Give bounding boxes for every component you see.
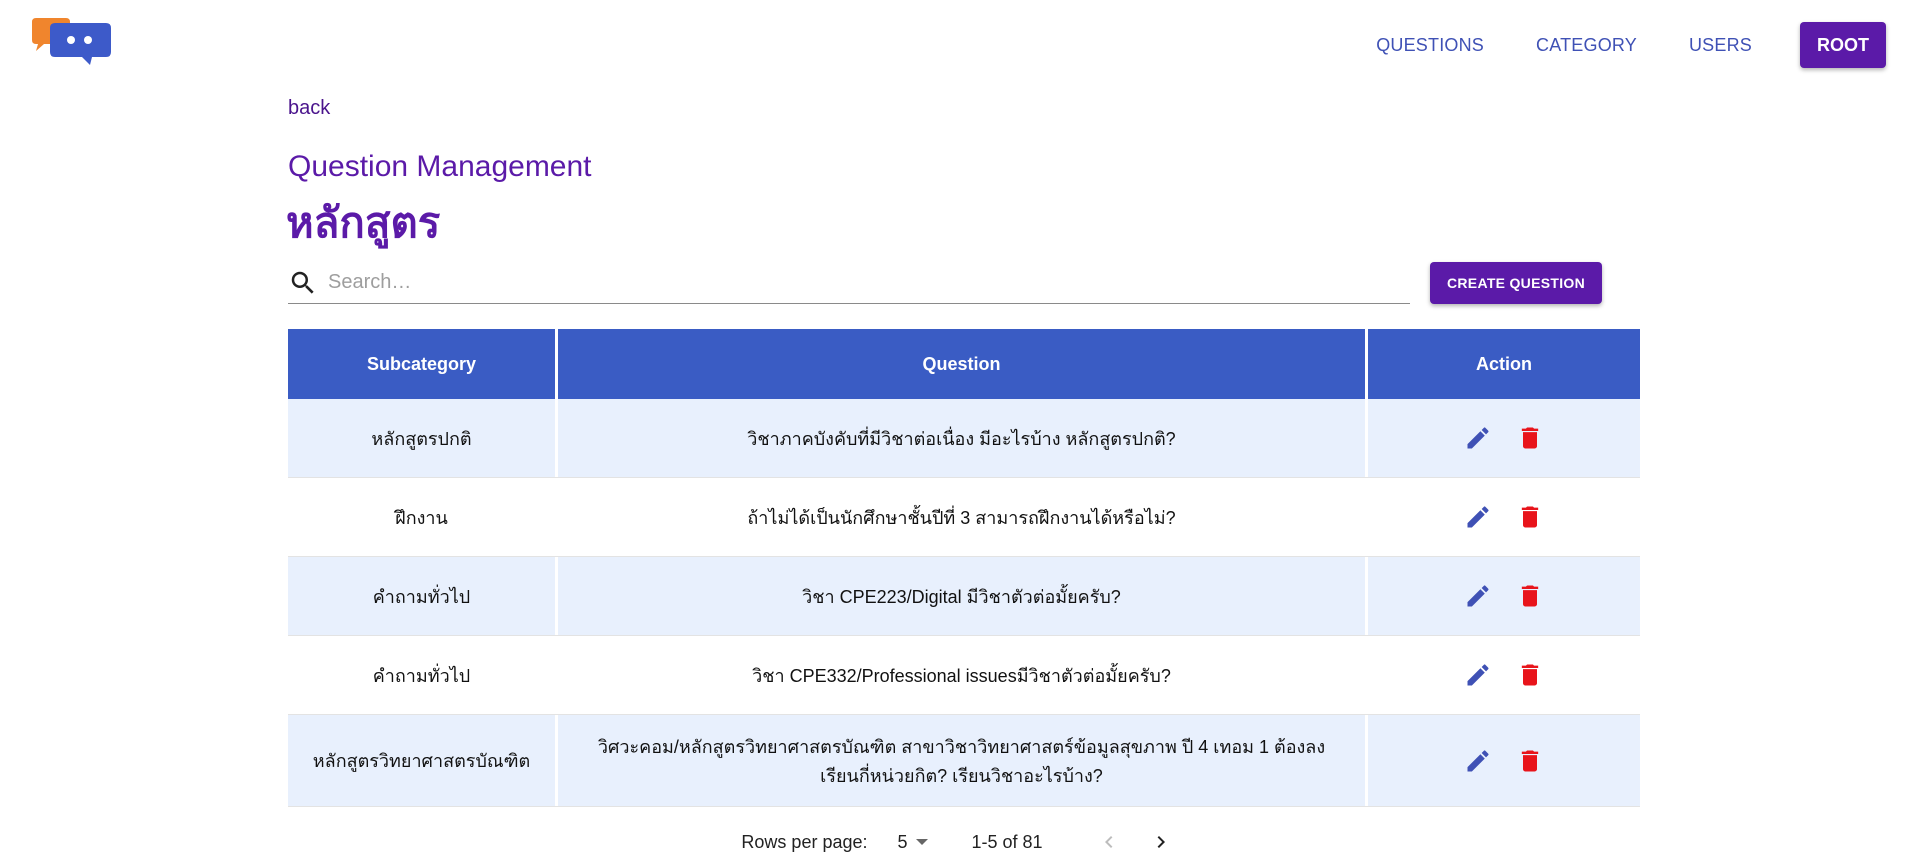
subcategory-cell: คำถามทั่วไป <box>288 557 558 635</box>
delete-icon[interactable] <box>1516 424 1544 452</box>
table-row: หลักสูตรปกติ วิชาภาคบังคับที่มีวิชาต่อเน… <box>288 399 1640 478</box>
header-question[interactable]: Question <box>558 329 1368 399</box>
table-row: ฝึกงาน ถ้าไม่ได้เป็นนักศึกษาชั้นปีที่ 3 … <box>288 478 1640 557</box>
questions-table: Subcategory Question Action หลักสูตรปกติ… <box>288 329 1640 807</box>
delete-icon[interactable] <box>1516 747 1544 775</box>
nav-root-button[interactable]: ROOT <box>1800 22 1886 68</box>
page-title: Question Management <box>288 150 592 183</box>
question-cell: วิศวะคอม/หลักสูตรวิทยาศาสตรบัณฑิต สาขาวิ… <box>558 715 1368 806</box>
rows-per-page-label: Rows per page: <box>741 831 868 852</box>
back-link[interactable]: back <box>288 97 330 120</box>
header-action: Action <box>1476 353 1532 374</box>
subcategory-cell: หลักสูตรปกติ <box>288 399 558 477</box>
pagination-range: 1-5 of 81 <box>971 831 1043 852</box>
delete-icon[interactable] <box>1516 503 1544 531</box>
create-question-button[interactable]: CREATE QUESTION <box>1430 262 1602 304</box>
table-row: หลักสูตรวิทยาศาสตรบัณฑิต วิศวะคอม/หลักสู… <box>288 715 1640 807</box>
app-logo[interactable] <box>30 18 114 68</box>
table-row: คำถามทั่วไป วิชา CPE332/Professional iss… <box>288 636 1640 715</box>
action-cell <box>1368 636 1640 714</box>
search-input[interactable] <box>328 271 1388 294</box>
action-cell <box>1368 399 1640 477</box>
delete-icon[interactable] <box>1516 661 1544 689</box>
next-page-button[interactable] <box>1143 824 1179 856</box>
question-cell: วิชา CPE332/Professional issuesมีวิชาตัว… <box>558 636 1368 714</box>
action-cell <box>1368 478 1640 556</box>
top-nav: QUESTIONS CATEGORY USERS ROOT <box>1324 22 1886 68</box>
dropdown-arrow-icon <box>915 839 928 845</box>
chevron-left-icon <box>1104 836 1112 848</box>
header-subcategory[interactable]: Subcategory <box>288 329 558 399</box>
table-header-row: Subcategory Question Action <box>288 329 1640 399</box>
action-cell <box>1368 557 1640 635</box>
rows-per-page-select[interactable]: 5 <box>898 832 928 853</box>
rows-per-page-value: 5 <box>897 831 908 852</box>
search-icon <box>291 271 314 294</box>
nav-category-link[interactable]: CATEGORY <box>1536 35 1637 56</box>
subcategory-cell: คำถามทั่วไป <box>288 636 558 714</box>
chevron-right-icon <box>1157 836 1165 848</box>
nav-users-link[interactable]: USERS <box>1689 35 1752 56</box>
search-bar <box>288 262 1410 304</box>
question-cell: วิชา CPE223/Digital มีวิชาตัวต่อมั้ยครับ… <box>558 557 1368 635</box>
category-title: หลักสูตร <box>286 199 441 246</box>
edit-icon[interactable] <box>1464 424 1492 452</box>
edit-icon[interactable] <box>1464 582 1492 610</box>
pagination: Rows per page: 5 1-5 of 81 <box>288 826 1640 856</box>
edit-icon[interactable] <box>1464 661 1492 689</box>
table-row: คำถามทั่วไป วิชา CPE223/Digital มีวิชาตั… <box>288 557 1640 636</box>
edit-icon[interactable] <box>1464 503 1492 531</box>
action-cell <box>1368 715 1640 806</box>
question-cell: ถ้าไม่ได้เป็นนักศึกษาชั้นปีที่ 3 สามารถฝ… <box>558 478 1368 556</box>
previous-page-button[interactable] <box>1091 824 1127 856</box>
nav-questions-link[interactable]: QUESTIONS <box>1376 35 1484 56</box>
subcategory-cell: ฝึกงาน <box>288 478 558 556</box>
subcategory-cell: หลักสูตรวิทยาศาสตรบัณฑิต <box>288 715 558 806</box>
edit-icon[interactable] <box>1464 747 1492 775</box>
delete-icon[interactable] <box>1516 582 1544 610</box>
question-cell: วิชาภาคบังคับที่มีวิชาต่อเนื่อง มีอะไรบ้… <box>558 399 1368 477</box>
